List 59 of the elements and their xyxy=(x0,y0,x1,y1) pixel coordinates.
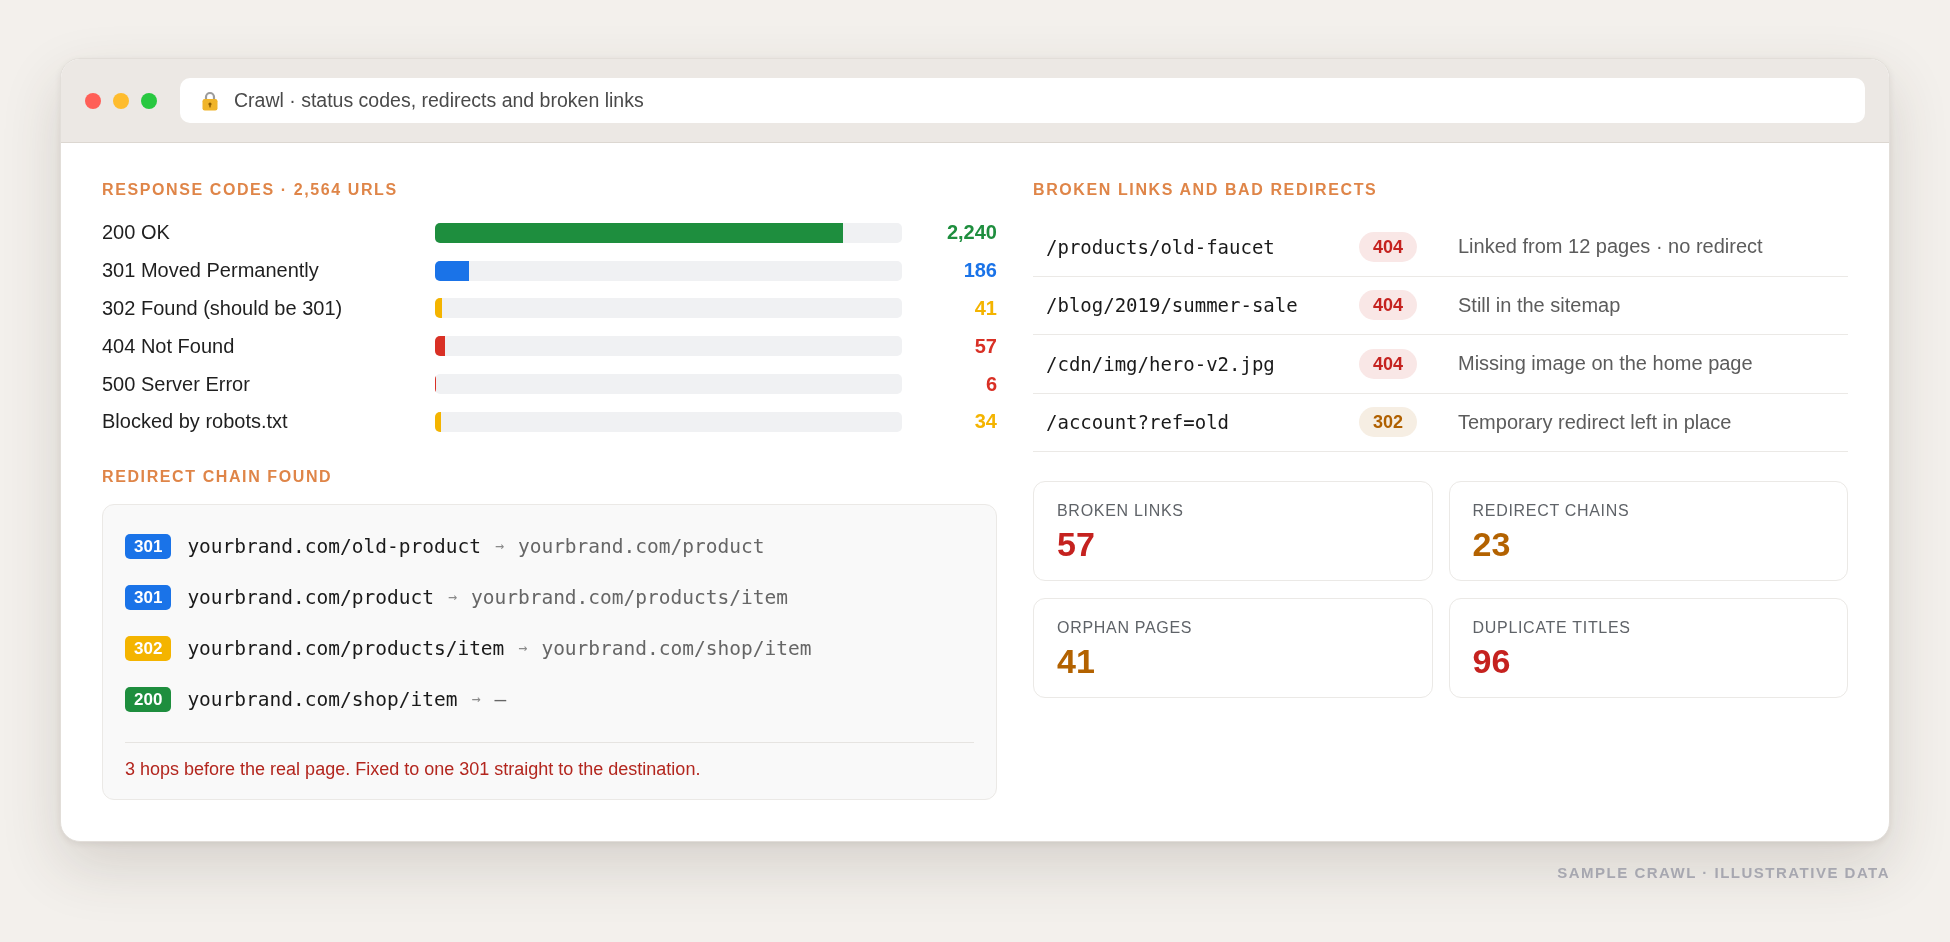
target-url: yourbrand.com/product xyxy=(517,534,765,558)
status-badge: 302 xyxy=(125,635,172,661)
status-label: 404 Not Found xyxy=(102,334,235,358)
url-count: 41 xyxy=(974,297,997,320)
redirect-arrow: → xyxy=(447,588,457,607)
stat-label: ORPHAN PAGES xyxy=(1057,618,1193,638)
stat-value: 57 xyxy=(1057,527,1095,561)
url-path: /cdn/img/hero-v2.jpg xyxy=(1046,352,1275,375)
chain-note: 3 hops before the real page. Fixed to one 301 straight to the destination. xyxy=(125,758,702,779)
section-heading: RESPONSE CODES · 2,564 URLS xyxy=(102,180,399,200)
window-maximize-icon[interactable] xyxy=(141,92,157,109)
status-badge: 302 xyxy=(1359,407,1418,438)
status-badge: 301 xyxy=(125,584,172,610)
source-url: yourbrand.com/old-product xyxy=(187,534,481,558)
source-url: yourbrand.com/product xyxy=(187,585,434,609)
target-url: — xyxy=(494,687,507,711)
url-path: /products/old-faucet xyxy=(1046,235,1275,258)
address-bar[interactable]: Crawl · status codes, redirects and broken links xyxy=(180,78,1865,123)
stat-value: 23 xyxy=(1472,527,1511,561)
status-badge: 404 xyxy=(1359,348,1418,379)
url-count: 57 xyxy=(974,334,997,358)
status-label: 301 Moved Permanently xyxy=(102,259,319,283)
status-label: 302 Found (should be 301) xyxy=(102,297,343,320)
status-badge: 200 xyxy=(125,686,172,712)
status-badge: 301 xyxy=(125,533,172,559)
url-path: /account?ref=old xyxy=(1046,411,1230,434)
status-badge: 404 xyxy=(1359,231,1418,262)
issue-description: Still in the sitemap xyxy=(1458,293,1621,317)
window-title: Crawl · status codes, redirects and broken links xyxy=(234,89,644,112)
target-url: yourbrand.com/products/item xyxy=(470,585,788,609)
issue-description: Missing image on the home page xyxy=(1458,352,1753,376)
issue-description: Linked from 12 pages · no redirect xyxy=(1458,235,1763,259)
status-label: 200 OK xyxy=(102,221,170,245)
status-label: 500 Server Error xyxy=(102,372,250,396)
window-close-icon[interactable] xyxy=(85,92,101,109)
stat-value: 96 xyxy=(1472,644,1511,678)
footer-caption: SAMPLE CRAWL · ILLUSTRATIVE DATA xyxy=(1557,864,1890,882)
url-count: 34 xyxy=(974,410,997,434)
section-heading: REDIRECT CHAIN FOUND xyxy=(102,466,334,487)
url-count: 6 xyxy=(985,372,997,396)
window-minimize-icon[interactable] xyxy=(113,92,129,109)
issue-description: Temporary redirect left in place xyxy=(1458,410,1732,434)
status-label: Blocked by robots.txt xyxy=(102,410,288,434)
source-url: yourbrand.com/products/item xyxy=(187,636,505,660)
target-url: yourbrand.com/shop/item xyxy=(541,636,812,660)
stat-label: BROKEN LINKS xyxy=(1057,501,1184,521)
lock-icon xyxy=(202,90,218,111)
stat-label: DUPLICATE TITLES xyxy=(1472,618,1631,638)
url-count: 186 xyxy=(963,259,997,283)
section-heading: BROKEN LINKS AND BAD REDIRECTS xyxy=(1033,180,1379,200)
source-url: yourbrand.com/shop/item xyxy=(187,687,458,711)
url-path: /blog/2019/summer-sale xyxy=(1046,294,1298,317)
url-count: 2,240 xyxy=(946,221,997,245)
stat-label: REDIRECT CHAINS xyxy=(1472,501,1630,521)
redirect-arrow: → xyxy=(518,639,528,658)
status-badge: 404 xyxy=(1359,290,1418,321)
stat-value: 41 xyxy=(1057,644,1095,678)
redirect-arrow: → xyxy=(494,537,504,556)
redirect-arrow: → xyxy=(471,690,481,709)
